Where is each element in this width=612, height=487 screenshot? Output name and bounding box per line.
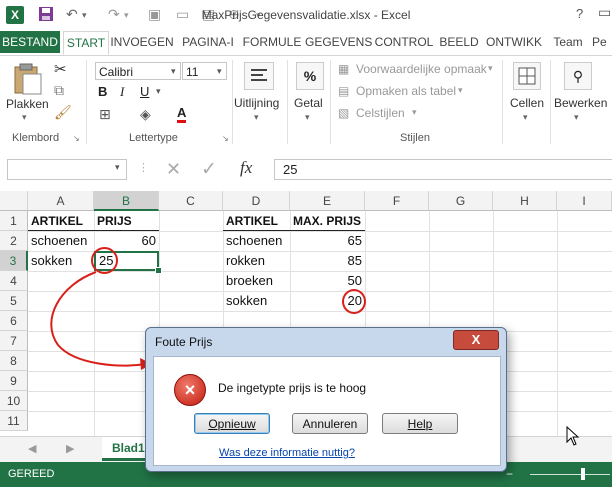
- error-icon: ×: [174, 374, 206, 406]
- zoom-slider-handle[interactable]: [581, 468, 585, 480]
- mouse-cursor-icon: [566, 426, 580, 446]
- error-dialog: Foute Prijs X × De ingetypte prijs is te…: [145, 327, 507, 472]
- previous-sheet-icon[interactable]: ◀: [28, 442, 36, 455]
- status-mode: GEREED: [8, 468, 55, 480]
- zoom-slider[interactable]: [530, 474, 610, 475]
- retry-label: Opnieuw: [208, 417, 256, 431]
- dialog-title: Foute Prijs: [155, 335, 213, 349]
- dialog-message: De ingetypte prijs is te hoog: [218, 381, 367, 395]
- help-label: Help: [407, 417, 433, 431]
- help-dialog-button[interactable]: Help: [382, 413, 458, 434]
- dialog-close-button[interactable]: X: [453, 330, 499, 350]
- next-sheet-icon[interactable]: ▶: [66, 442, 74, 455]
- cancel-button[interactable]: Annuleren: [292, 413, 368, 434]
- dialog-body: × De ingetypte prijs is te hoog Opnieuw …: [153, 356, 501, 466]
- zoom-out-icon[interactable]: −: [506, 467, 513, 481]
- feedback-link[interactable]: Was deze informatie nuttig?: [219, 447, 355, 459]
- sheet-tab-blad1[interactable]: Blad1: [102, 437, 146, 461]
- retry-button[interactable]: Opnieuw: [194, 413, 270, 434]
